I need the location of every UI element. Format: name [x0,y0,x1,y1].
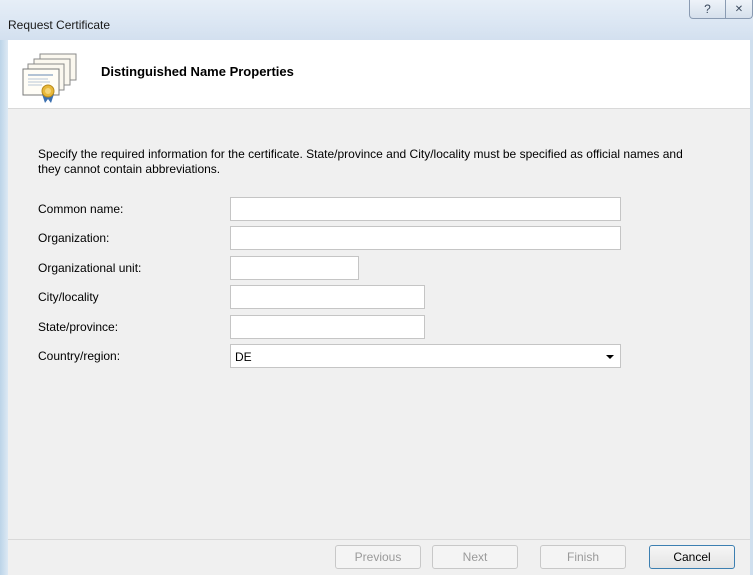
common-name-label: Common name: [38,202,124,216]
certificate-icon [22,53,77,103]
wizard-header: Distinguished Name Properties [8,40,750,109]
city-row: City/locality [8,285,750,309]
help-icon: ? [704,2,711,16]
country-label: Country/region: [38,349,121,363]
city-label: City/locality [38,290,99,304]
country-select[interactable]: DE [230,344,621,368]
request-certificate-dialog: Request Certificate ? ✕ Distinguished Na… [0,0,753,575]
help-button[interactable]: ? [689,0,726,19]
state-row: State/province: [8,315,750,339]
state-field[interactable] [230,315,425,339]
previous-button[interactable]: Previous [335,545,421,569]
organization-field[interactable] [230,226,621,250]
title-bar: Request Certificate ? ✕ [0,0,753,40]
state-label: State/province: [38,320,119,334]
finish-button[interactable]: Finish [540,545,626,569]
wizard-content: Specify the required information for the… [8,109,750,539]
close-button[interactable]: ✕ [725,0,753,19]
common-name-row: Common name: [8,197,750,221]
common-name-field[interactable] [230,197,621,221]
country-row: Country/region: DE [8,344,750,368]
organizational-unit-label: Organizational unit: [38,261,142,275]
window-title: Request Certificate [8,18,111,32]
country-value: DE [235,350,252,364]
organizational-unit-row: Organizational unit: [8,256,750,280]
window-frame-left [0,40,8,575]
organization-label: Organization: [38,231,110,245]
organizational-unit-field[interactable] [230,256,359,280]
cancel-button[interactable]: Cancel [649,545,735,569]
city-field[interactable] [230,285,425,309]
instructions-text: Specify the required information for the… [38,147,683,176]
close-icon: ✕ [734,3,744,15]
chevron-down-icon[interactable] [606,355,614,359]
button-bar: Previous Next Finish Cancel [8,539,750,575]
next-button[interactable]: Next [432,545,518,569]
page-title: Distinguished Name Properties [101,64,294,79]
organization-row: Organization: [8,226,750,250]
